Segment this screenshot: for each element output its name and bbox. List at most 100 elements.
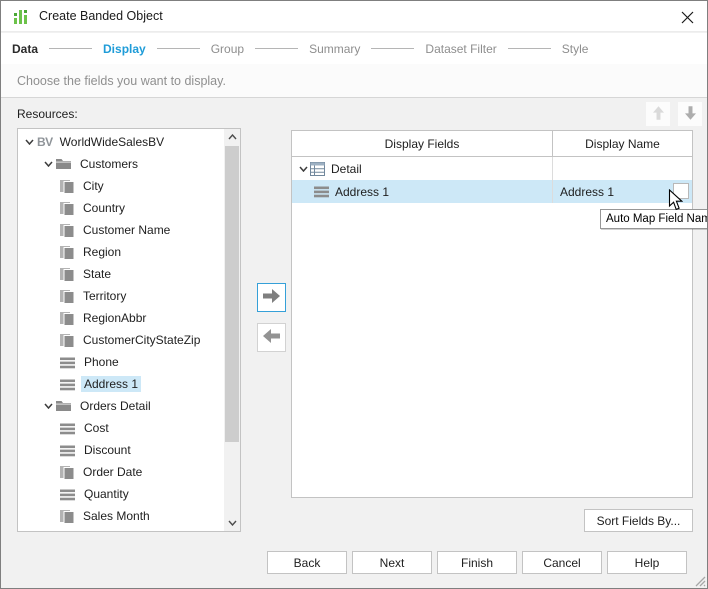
scroll-up-icon[interactable] bbox=[224, 129, 240, 145]
tree-item-customer-name[interactable]: Customer Name bbox=[18, 219, 224, 241]
tree-item-label: Sales Month bbox=[83, 509, 150, 523]
add-field-button[interactable] bbox=[257, 283, 286, 312]
title-bar: Create Banded Object bbox=[1, 1, 707, 32]
chevron-down-icon[interactable] bbox=[296, 166, 310, 172]
wizard-step-display[interactable]: Display bbox=[103, 42, 146, 56]
display-name-cell[interactable]: Address 1 bbox=[553, 180, 692, 203]
detail-field-icon bbox=[60, 488, 75, 501]
tree-item-label: Orders Detail bbox=[80, 399, 151, 413]
tree-item-label: Cost bbox=[84, 421, 109, 435]
dimension-field-icon bbox=[60, 245, 74, 259]
tree-item-orders-detail[interactable]: Orders Detail bbox=[18, 395, 224, 417]
tree-item-customercitystatezip[interactable]: CustomerCityStateZip bbox=[18, 329, 224, 351]
wizard-step-group[interactable]: Group bbox=[211, 42, 244, 56]
arrow-up-icon bbox=[651, 105, 666, 124]
tree-item-label: Customers bbox=[80, 157, 139, 171]
tree-item-country[interactable]: Country bbox=[18, 197, 224, 219]
tree-scrollbar[interactable] bbox=[224, 129, 240, 531]
scroll-down-icon[interactable] bbox=[224, 515, 240, 531]
tree-item-city[interactable]: City bbox=[18, 175, 224, 197]
step-separator bbox=[255, 48, 299, 49]
arrow-left-icon bbox=[262, 328, 281, 347]
tree-item-phone[interactable]: Phone bbox=[18, 351, 224, 373]
tree-item-order-date[interactable]: Order Date bbox=[18, 461, 224, 483]
create-banded-object-dialog: Create Banded Object Data Display Group Sum… bbox=[0, 0, 708, 589]
dimension-field-icon bbox=[60, 465, 74, 479]
tree-item-discount[interactable]: Discount bbox=[18, 439, 224, 461]
tree-item-customers[interactable]: Customers bbox=[18, 153, 224, 175]
detail-field-icon bbox=[60, 444, 75, 457]
detail-field-icon bbox=[60, 422, 75, 435]
display-fields-table: Display Fields Display Name Detail Addres… bbox=[291, 130, 693, 498]
display-field-row-detail[interactable]: Detail bbox=[292, 157, 692, 180]
dialog-title: Create Banded Object bbox=[39, 9, 163, 23]
sort-fields-by-button[interactable]: Sort Fields By... bbox=[584, 509, 693, 532]
chevron-down-icon[interactable] bbox=[41, 161, 56, 167]
wizard-steps: Data Display Group Summary Dataset Filter Sty… bbox=[1, 33, 707, 64]
finish-button[interactable]: Finish bbox=[437, 551, 517, 574]
arrow-down-icon bbox=[683, 105, 698, 124]
move-down-button[interactable] bbox=[678, 102, 702, 126]
logi-report-app-icon bbox=[13, 8, 30, 25]
column-header-display-fields: Display Fields bbox=[292, 131, 553, 156]
remove-field-button[interactable] bbox=[257, 323, 286, 352]
move-up-button[interactable] bbox=[646, 102, 670, 126]
table-header-row: Display Fields Display Name bbox=[292, 131, 692, 157]
detail-field-icon bbox=[60, 378, 75, 391]
step-description: Choose the fields you want to display. bbox=[1, 64, 707, 98]
dimension-field-icon bbox=[60, 333, 74, 347]
auto-map-field-name-button[interactable] bbox=[673, 183, 689, 199]
folder-icon bbox=[56, 158, 71, 170]
resize-grip[interactable] bbox=[694, 575, 706, 587]
back-button[interactable]: Back bbox=[267, 551, 347, 574]
step-separator bbox=[507, 48, 551, 49]
tree-item-territory[interactable]: Territory bbox=[18, 285, 224, 307]
tree-item-label: WorldWideSalesBV bbox=[59, 135, 165, 149]
next-button[interactable]: Next bbox=[352, 551, 432, 574]
resources-label: Resources: bbox=[17, 107, 78, 121]
chevron-down-icon[interactable] bbox=[41, 403, 56, 409]
dimension-field-icon bbox=[60, 289, 74, 303]
display-name-cell[interactable] bbox=[553, 157, 692, 180]
close-icon[interactable] bbox=[677, 7, 697, 27]
wizard-step-data[interactable]: Data bbox=[12, 42, 38, 56]
display-field-row-address-1[interactable]: Address 1 Address 1 bbox=[292, 180, 692, 203]
tree-item-label: RegionAbbr bbox=[83, 311, 147, 325]
detail-field-icon bbox=[60, 356, 75, 369]
wizard-step-summary[interactable]: Summary bbox=[309, 42, 360, 56]
tree-item-worldwidesalesbv[interactable]: BV WorldWideSalesBV bbox=[18, 131, 224, 153]
resources-tree: BV WorldWideSalesBV Customers City Country Cu… bbox=[17, 128, 241, 532]
tree-item-quantity[interactable]: Quantity bbox=[18, 483, 224, 505]
tree-item-label: Country bbox=[83, 201, 126, 215]
tree-item-sales-month[interactable]: Sales Month bbox=[18, 505, 224, 527]
tree-item-label: Address 1 bbox=[81, 376, 142, 392]
tree-item-cost[interactable]: Cost bbox=[18, 417, 224, 439]
wizard-step-style[interactable]: Style bbox=[562, 42, 589, 56]
tree-item-address-1[interactable]: Address 1 bbox=[18, 373, 224, 395]
display-name-value: Address 1 bbox=[560, 184, 615, 199]
folder-icon bbox=[56, 400, 71, 412]
cancel-button[interactable]: Cancel bbox=[522, 551, 602, 574]
display-field-cell: Detail bbox=[292, 157, 553, 180]
tree-item-label: Order Date bbox=[83, 465, 143, 479]
tree-item-region[interactable]: Region bbox=[18, 241, 224, 263]
dimension-field-icon bbox=[60, 267, 74, 281]
dimension-field-icon bbox=[60, 201, 74, 215]
tree-item-label: State bbox=[83, 267, 112, 281]
display-field-cell: Address 1 bbox=[292, 180, 553, 203]
tree-item-label: City bbox=[83, 179, 104, 193]
tree-item-regionabbr[interactable]: RegionAbbr bbox=[18, 307, 224, 329]
tree-item-label: Discount bbox=[84, 443, 131, 457]
wizard-step-dataset-filter[interactable]: Dataset Filter bbox=[425, 42, 496, 56]
column-header-display-name: Display Name bbox=[585, 136, 660, 151]
step-separator bbox=[156, 48, 200, 49]
help-button[interactable]: Help bbox=[607, 551, 687, 574]
dimension-field-icon bbox=[60, 179, 74, 193]
scrollbar-thumb[interactable] bbox=[225, 146, 239, 442]
tree-item-label: Territory bbox=[83, 289, 127, 303]
tree-item-label: Region bbox=[83, 245, 122, 259]
tree-item-state[interactable]: State bbox=[18, 263, 224, 285]
step-description-text: Choose the fields you want to display. bbox=[17, 73, 226, 88]
chevron-down-icon[interactable] bbox=[22, 139, 37, 145]
arrow-right-icon bbox=[262, 288, 281, 307]
